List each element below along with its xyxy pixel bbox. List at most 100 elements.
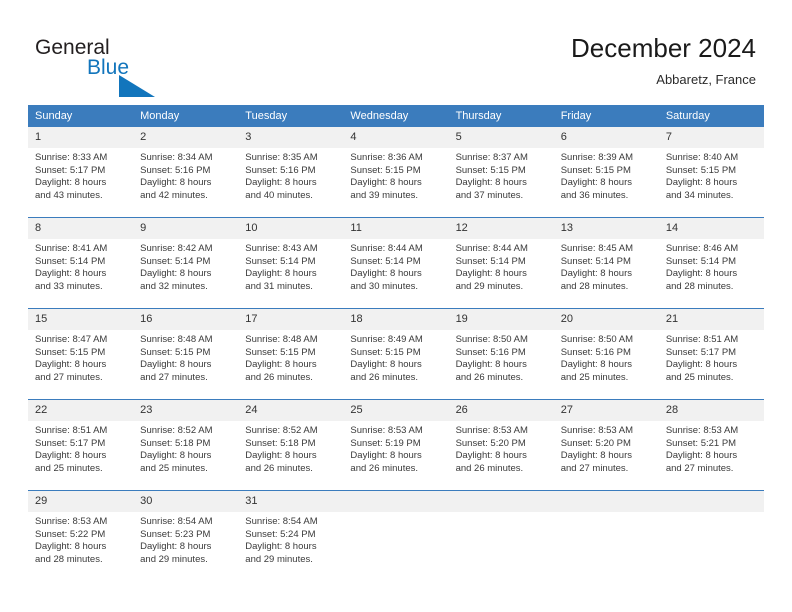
sunrise-text: Sunrise: 8:51 AM	[665, 334, 739, 345]
calendar-day-cell[interactable]: 31 Sunrise: 8:54 AM Sunset: 5:24 PM Dayligh…	[238, 490, 344, 581]
sunset-text: Sunset: 5:16 PM	[455, 346, 526, 358]
day-number: 8	[28, 218, 134, 239]
daylight-text-line2: and 42 minutes.	[140, 189, 208, 201]
calendar-day-cell[interactable]: 7 Sunrise: 8:40 AM Sunset: 5:15 PM Daylight…	[658, 127, 764, 218]
calendar-day-cell[interactable]: 27 Sunrise: 8:53 AM Sunset: 5:20 PM Dayligh…	[553, 399, 659, 491]
day-info: Sunrise: 8:35 AM Sunset: 5:16 PM Daylight:…	[238, 148, 343, 202]
day-number: 9	[133, 218, 239, 239]
page-header: General Blue December 2024 Abbaretz, Fra…	[0, 0, 792, 100]
sunrise-text: Sunrise: 8:46 AM	[665, 243, 739, 254]
daylight-text-line2: and 27 minutes.	[35, 371, 103, 383]
calendar-day-cell[interactable]: 29 Sunrise: 8:53 AM Sunset: 5:22 PM Dayligh…	[28, 490, 134, 581]
daylight-text-line2: and 26 minutes.	[455, 462, 524, 474]
day-info: Sunrise: 8:49 AM Sunset: 5:15 PM Daylight:…	[343, 330, 448, 384]
day-info: Sunrise: 8:45 AM Sunset: 5:14 PM Daylight:…	[554, 239, 659, 293]
calendar-day-cell-empty	[343, 490, 449, 581]
sunset-text: Sunset: 5:16 PM	[245, 164, 316, 176]
calendar-day-cell[interactable]: 21 Sunrise: 8:51 AM Sunset: 5:17 PM Dayligh…	[658, 308, 764, 400]
day-info: Sunrise: 8:44 AM Sunset: 5:14 PM Daylight:…	[343, 239, 448, 293]
weekday-header-row: Sunday Monday Tuesday Wednesday Thursday Frid…	[28, 105, 764, 127]
sunrise-text: Sunrise: 8:48 AM	[140, 334, 213, 345]
weekday-header-friday: Friday	[553, 105, 659, 127]
daylight-text-line1: Daylight: 8 hours	[245, 268, 317, 280]
sunset-text: Sunset: 5:14 PM	[455, 255, 526, 267]
daylight-text-line1: Daylight: 8 hours	[455, 177, 527, 189]
daylight-text-line1: Daylight: 8 hours	[140, 268, 212, 280]
sunset-text: Sunset: 5:15 PM	[560, 164, 631, 176]
calendar-day-cell[interactable]: 25 Sunrise: 8:53 AM Sunset: 5:19 PM Dayligh…	[343, 399, 449, 491]
daylight-text-line2: and 28 minutes.	[560, 280, 629, 292]
calendar-day-cell[interactable]: 23 Sunrise: 8:52 AM Sunset: 5:18 PM Dayligh…	[133, 399, 239, 491]
daylight-text-line2: and 26 minutes.	[350, 462, 419, 474]
calendar-day-cell[interactable]: 14 Sunrise: 8:46 AM Sunset: 5:14 PM Dayligh…	[658, 217, 764, 309]
calendar-day-cell[interactable]: 8 Sunrise: 8:41 AM Sunset: 5:14 PM Daylight…	[28, 217, 134, 309]
day-info: Sunrise: 8:51 AM Sunset: 5:17 PM Daylight:…	[28, 421, 133, 475]
calendar-day-cell[interactable]: 30 Sunrise: 8:54 AM Sunset: 5:23 PM Dayligh…	[133, 490, 239, 581]
calendar-day-cell[interactable]: 16 Sunrise: 8:48 AM Sunset: 5:15 PM Dayligh…	[133, 308, 239, 400]
calendar-day-cell[interactable]: 11 Sunrise: 8:44 AM Sunset: 5:14 PM Dayligh…	[343, 217, 449, 309]
weekday-header-sunday: Sunday	[28, 105, 134, 127]
daylight-text-line1: Daylight: 8 hours	[560, 359, 632, 371]
daylight-text-line2: and 25 minutes.	[560, 371, 629, 383]
calendar-day-cell[interactable]: 1 Sunrise: 8:33 AM Sunset: 5:17 PM Daylight…	[28, 127, 134, 218]
calendar-day-cell[interactable]: 12 Sunrise: 8:44 AM Sunset: 5:14 PM Dayligh…	[448, 217, 554, 309]
sunset-text: Sunset: 5:20 PM	[455, 437, 526, 449]
general-blue-logo[interactable]: General Blue	[35, 36, 205, 97]
day-number: 24	[238, 400, 344, 421]
calendar-day-cell[interactable]: 4 Sunrise: 8:36 AM Sunset: 5:15 PM Daylight…	[343, 127, 449, 218]
sunset-text: Sunset: 5:24 PM	[245, 528, 316, 540]
sunrise-text: Sunrise: 8:42 AM	[140, 243, 213, 254]
sunrise-text: Sunrise: 8:53 AM	[665, 425, 739, 436]
daylight-text-line1: Daylight: 8 hours	[35, 359, 107, 371]
calendar-day-cell[interactable]: 22 Sunrise: 8:51 AM Sunset: 5:17 PM Dayligh…	[28, 399, 134, 491]
daylight-text-line1: Daylight: 8 hours	[140, 177, 212, 189]
calendar-day-cell[interactable]: 3 Sunrise: 8:35 AM Sunset: 5:16 PM Daylight…	[238, 127, 344, 218]
calendar-day-cell[interactable]: 6 Sunrise: 8:39 AM Sunset: 5:15 PM Daylight…	[553, 127, 659, 218]
daylight-text-line1: Daylight: 8 hours	[665, 177, 738, 189]
day-number: 2	[133, 127, 239, 148]
daylight-text-line1: Daylight: 8 hours	[245, 450, 317, 462]
sunset-text: Sunset: 5:16 PM	[560, 346, 631, 358]
sunrise-text: Sunrise: 8:43 AM	[245, 243, 318, 254]
calendar-day-cell[interactable]: 15 Sunrise: 8:47 AM Sunset: 5:15 PM Dayligh…	[28, 308, 134, 400]
calendar-day-cell[interactable]: 2 Sunrise: 8:34 AM Sunset: 5:16 PM Daylight…	[133, 127, 239, 218]
day-info: Sunrise: 8:47 AM Sunset: 5:15 PM Daylight:…	[28, 330, 133, 384]
daylight-text-line1: Daylight: 8 hours	[350, 450, 422, 462]
daylight-text-line2: and 27 minutes.	[665, 462, 734, 474]
calendar-day-cell[interactable]: 19 Sunrise: 8:50 AM Sunset: 5:16 PM Dayligh…	[448, 308, 554, 400]
sunrise-text: Sunrise: 8:34 AM	[140, 152, 213, 163]
sunset-text: Sunset: 5:15 PM	[35, 346, 106, 358]
day-info: Sunrise: 8:40 AM Sunset: 5:15 PM Daylight:…	[659, 148, 764, 202]
day-number	[448, 491, 554, 512]
calendar-day-cell[interactable]: 17 Sunrise: 8:48 AM Sunset: 5:15 PM Dayligh…	[238, 308, 344, 400]
sunrise-text: Sunrise: 8:53 AM	[35, 516, 108, 527]
calendar-day-cell[interactable]: 13 Sunrise: 8:45 AM Sunset: 5:14 PM Dayligh…	[553, 217, 659, 309]
daylight-text-line1: Daylight: 8 hours	[455, 268, 527, 280]
daylight-text-line2: and 32 minutes.	[140, 280, 208, 292]
day-number: 5	[448, 127, 554, 148]
sunrise-text: Sunrise: 8:51 AM	[35, 425, 108, 436]
calendar-day-cell[interactable]: 10 Sunrise: 8:43 AM Sunset: 5:14 PM Dayligh…	[238, 217, 344, 309]
sunrise-text: Sunrise: 8:41 AM	[35, 243, 108, 254]
sunset-text: Sunset: 5:15 PM	[665, 164, 737, 176]
calendar-day-cell[interactable]: 26 Sunrise: 8:53 AM Sunset: 5:20 PM Dayligh…	[448, 399, 554, 491]
calendar-day-cell[interactable]: 5 Sunrise: 8:37 AM Sunset: 5:15 PM Daylight…	[448, 127, 554, 218]
calendar-week-row: 15 Sunrise: 8:47 AM Sunset: 5:15 PM Dayligh…	[28, 308, 764, 400]
sunrise-text: Sunrise: 8:54 AM	[140, 516, 213, 527]
sunset-text: Sunset: 5:15 PM	[350, 164, 421, 176]
day-number: 16	[133, 309, 239, 330]
daylight-text-line1: Daylight: 8 hours	[245, 359, 317, 371]
sunrise-text: Sunrise: 8:40 AM	[665, 152, 739, 163]
calendar-day-cell[interactable]: 9 Sunrise: 8:42 AM Sunset: 5:14 PM Daylight…	[133, 217, 239, 309]
daylight-text-line2: and 43 minutes.	[35, 189, 103, 201]
daylight-text-line1: Daylight: 8 hours	[665, 450, 738, 462]
daylight-text-line1: Daylight: 8 hours	[140, 541, 212, 553]
calendar-day-cell[interactable]: 20 Sunrise: 8:50 AM Sunset: 5:16 PM Dayligh…	[553, 308, 659, 400]
daylight-text-line1: Daylight: 8 hours	[455, 450, 527, 462]
calendar-day-cell[interactable]: 18 Sunrise: 8:49 AM Sunset: 5:15 PM Dayligh…	[343, 308, 449, 400]
calendar-day-cell[interactable]: 28 Sunrise: 8:53 AM Sunset: 5:21 PM Dayligh…	[658, 399, 764, 491]
calendar-day-cell[interactable]: 24 Sunrise: 8:52 AM Sunset: 5:18 PM Dayligh…	[238, 399, 344, 491]
sunset-text: Sunset: 5:23 PM	[140, 528, 211, 540]
day-info: Sunrise: 8:50 AM Sunset: 5:16 PM Daylight:…	[449, 330, 554, 384]
day-number: 17	[238, 309, 344, 330]
